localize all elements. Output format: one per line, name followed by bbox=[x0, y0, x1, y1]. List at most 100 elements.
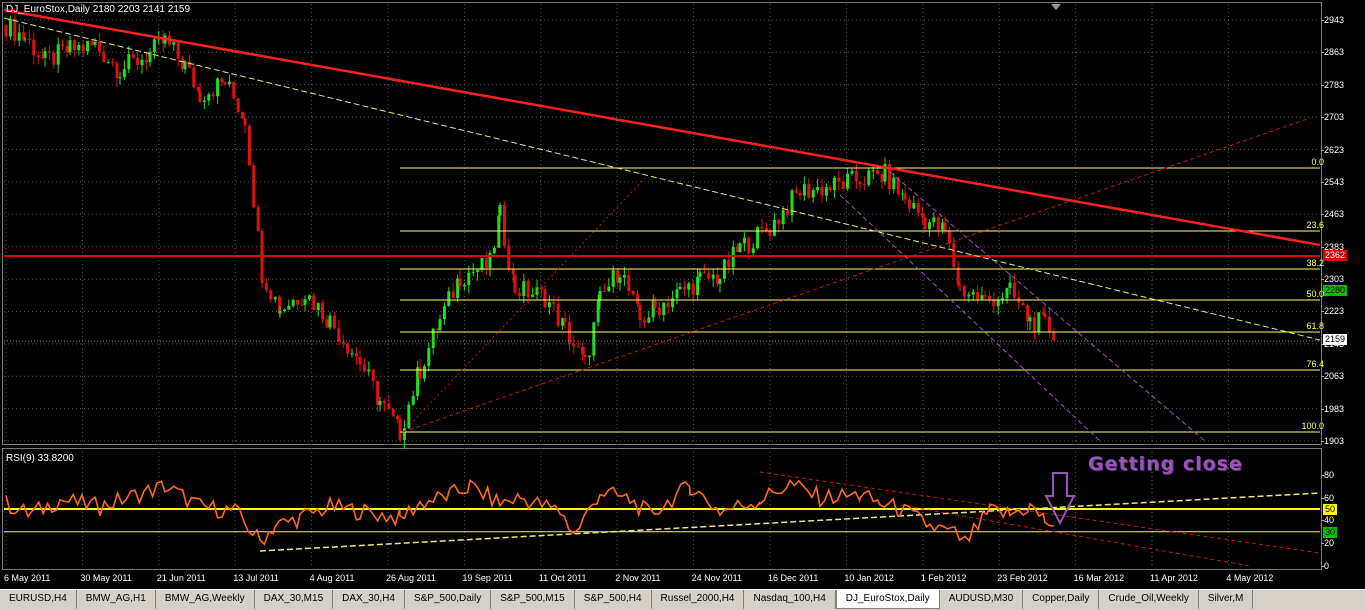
bull-candle bbox=[273, 296, 277, 300]
bear-candle bbox=[777, 219, 781, 225]
bull-candle bbox=[867, 170, 871, 185]
bear-candle bbox=[707, 272, 711, 279]
bull-candle bbox=[122, 69, 126, 78]
bull-candle bbox=[467, 272, 471, 285]
bull-candle bbox=[462, 284, 466, 287]
bear-candle bbox=[354, 353, 358, 357]
bull-candle bbox=[216, 78, 220, 97]
chart-canvas bbox=[3, 4, 1321, 568]
rsi-tick-label: 0 bbox=[1320, 561, 1330, 571]
bear-candle bbox=[264, 282, 268, 291]
bull-candle bbox=[647, 317, 651, 323]
bear-candle bbox=[543, 289, 547, 308]
bull-candle bbox=[442, 306, 446, 320]
bear-candle bbox=[387, 403, 391, 409]
bear-candle bbox=[256, 207, 260, 231]
bear-candle bbox=[115, 62, 119, 79]
bear-candle bbox=[484, 258, 488, 268]
bull-candle bbox=[967, 294, 971, 297]
bull-candle bbox=[77, 44, 81, 51]
bear-candle bbox=[876, 170, 880, 175]
bear-candle bbox=[36, 55, 40, 58]
bear-candle bbox=[32, 39, 36, 56]
bear-candle bbox=[923, 217, 927, 230]
bear-candle bbox=[947, 230, 951, 244]
bull-candle bbox=[17, 32, 21, 41]
bear-candle bbox=[880, 174, 884, 182]
bear-candle bbox=[794, 190, 798, 193]
date-tick-label: 23 Feb 2012 bbox=[997, 573, 1048, 583]
chart-tab[interactable]: AUDUSD,M30 bbox=[940, 590, 1024, 609]
bull-candle bbox=[1028, 317, 1032, 322]
bear-candle bbox=[362, 364, 366, 372]
bull-candle bbox=[287, 305, 291, 310]
bear-candle bbox=[907, 199, 911, 209]
bull-candle bbox=[127, 54, 131, 70]
chart-tab[interactable]: S&P_500,Daily bbox=[405, 590, 492, 609]
bull-candle bbox=[378, 401, 382, 405]
chart-tab[interactable]: Copper,Daily bbox=[1023, 590, 1100, 609]
bull-candle bbox=[1001, 298, 1005, 300]
bear-candle bbox=[727, 259, 731, 268]
chart-tab[interactable]: BMW_AG,H1 bbox=[77, 590, 156, 609]
bear-candle bbox=[371, 369, 375, 381]
chart-tab[interactable]: BMW_AG,Weekly bbox=[156, 590, 255, 609]
bull-candle bbox=[118, 77, 122, 79]
bear-candle bbox=[341, 341, 345, 344]
bull-candle bbox=[711, 274, 715, 279]
price-tick-label: 2863 bbox=[1320, 47, 1345, 58]
bear-candle bbox=[1041, 312, 1045, 315]
bear-candle bbox=[976, 291, 980, 300]
date-axis[interactable]: 6 May 2011 30 May 2011 21 Jun 2011 13 Jul 2… bbox=[2, 571, 1322, 587]
date-tick-label: 1 Feb 2012 bbox=[920, 573, 967, 583]
price-axis[interactable]: 2943 2863 2783 2703 2623 2543 2463 2383 2303 2223… bbox=[1320, 2, 1365, 446]
bear-candle bbox=[983, 295, 987, 297]
chart-tab[interactable]: EURUSD,H4 bbox=[0, 590, 77, 609]
fan-line bbox=[402, 177, 646, 433]
symbol-header: DJ_EuroStox,Daily 2180 2203 2141 2159 bbox=[6, 4, 191, 15]
bull-candle bbox=[824, 187, 828, 196]
date-tick-label: 30 May 2011 bbox=[80, 573, 132, 583]
bull-candle bbox=[56, 44, 60, 65]
bear-candle bbox=[451, 291, 455, 298]
bear-candle bbox=[61, 44, 65, 47]
bull-candle bbox=[598, 290, 602, 301]
bull-candle bbox=[106, 62, 110, 64]
bear-candle bbox=[176, 42, 180, 59]
chart-tab[interactable]: DAX_30,H4 bbox=[333, 590, 405, 609]
bear-candle bbox=[396, 416, 400, 419]
chart-tab[interactable]: DAX_30,M15 bbox=[255, 590, 334, 609]
bear-candle bbox=[358, 356, 362, 365]
bear-candle bbox=[1021, 303, 1025, 306]
chart-tab[interactable]: DJ_EuroStox,Daily bbox=[835, 590, 940, 609]
chart-tab[interactable]: Silver,M bbox=[1199, 590, 1254, 609]
bear-candle bbox=[13, 18, 17, 41]
date-tick-label: 11 Apr 2012 bbox=[1150, 573, 1198, 583]
chart-tab[interactable]: S&P_500,H4 bbox=[575, 590, 652, 609]
bear-candle bbox=[666, 302, 670, 308]
bull-candle bbox=[980, 295, 984, 300]
chart-tab[interactable]: Russel_2000,H4 bbox=[652, 590, 745, 609]
bear-candle bbox=[526, 281, 530, 298]
chart-tab[interactable]: Crude_Oil,Weekly bbox=[1099, 590, 1199, 609]
yellow-trend-line bbox=[3, 17, 1321, 341]
bull-candle bbox=[742, 237, 746, 244]
chart-shift-marker-icon[interactable] bbox=[1051, 4, 1061, 10]
bear-candle bbox=[232, 81, 236, 99]
bear-candle bbox=[192, 67, 196, 88]
bear-candle bbox=[418, 367, 422, 379]
bull-candle bbox=[675, 289, 679, 299]
bull-candle bbox=[183, 61, 187, 70]
bull-candle bbox=[698, 272, 702, 277]
chart-tab[interactable]: S&P_500,M15 bbox=[491, 590, 575, 609]
rsi-axis[interactable]: 80 60 40 20 0 50 30 bbox=[1320, 448, 1365, 571]
bull-candle bbox=[411, 395, 415, 405]
bull-candle bbox=[498, 204, 502, 216]
bull-candle bbox=[291, 299, 295, 306]
chart-tab[interactable]: Nasdaq_100,H4 bbox=[744, 590, 836, 609]
bear-candle bbox=[1052, 332, 1056, 341]
price-tick-label: 2783 bbox=[1320, 79, 1345, 90]
bear-candle bbox=[247, 125, 251, 166]
bear-candle bbox=[638, 304, 642, 321]
bull-candle bbox=[816, 187, 820, 191]
